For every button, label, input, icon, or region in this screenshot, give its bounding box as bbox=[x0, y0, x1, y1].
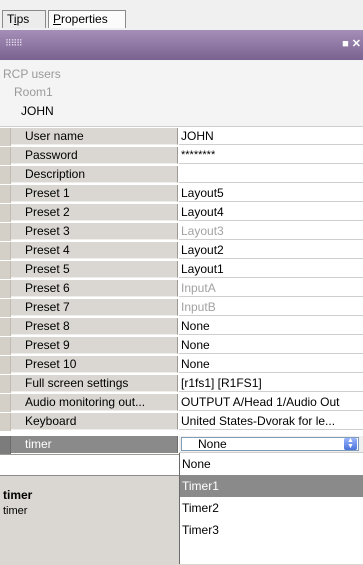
property-row[interactable]: User name JOHN bbox=[0, 128, 363, 146]
property-value[interactable]: Layout2 bbox=[179, 242, 363, 259]
row-gutter bbox=[0, 147, 11, 165]
property-value[interactable]: Layout3 bbox=[179, 223, 363, 240]
property-row[interactable]: Preset 10 None bbox=[0, 356, 363, 374]
row-gutter bbox=[0, 242, 11, 260]
property-row[interactable]: Preset 5 Layout1 bbox=[0, 261, 363, 279]
row-gutter bbox=[0, 204, 11, 222]
property-key: Preset 2 bbox=[11, 204, 178, 221]
property-row[interactable]: Preset 2 Layout4 bbox=[0, 204, 363, 222]
row-gutter bbox=[0, 318, 11, 336]
property-key: Description bbox=[11, 166, 178, 183]
property-value[interactable]: ******** bbox=[179, 147, 363, 164]
tree-user[interactable]: JOHN bbox=[21, 104, 54, 118]
property-row[interactable]: Keyboard United States-Dvorak for le... bbox=[0, 413, 363, 431]
tab-properties[interactable]: Properties bbox=[48, 10, 126, 28]
property-row[interactable]: Preset 9 None bbox=[0, 337, 363, 355]
combobox-arrow-icon[interactable]: ▲ ▼ bbox=[344, 437, 357, 450]
tab-tips-label: Tips bbox=[7, 12, 30, 26]
dropdown-option[interactable]: Timer1 bbox=[180, 475, 363, 497]
property-key: Preset 5 bbox=[11, 261, 178, 278]
property-row[interactable]: Preset 1 Layout5 bbox=[0, 185, 363, 203]
dropdown-option[interactable]: Timer2 bbox=[180, 497, 363, 519]
tab-bar: Tips Properties bbox=[0, 0, 363, 30]
close-icon[interactable]: ✕ bbox=[352, 38, 361, 50]
property-key: Preset 4 bbox=[11, 242, 178, 259]
timer-combobox[interactable]: None ▲ ▼ bbox=[181, 437, 359, 451]
grip-icon[interactable]: ⠿⠿⠿ bbox=[5, 38, 23, 49]
combobox-value: None bbox=[198, 437, 227, 451]
property-key: User name bbox=[11, 128, 178, 145]
tree-room[interactable]: Room1 bbox=[14, 85, 53, 99]
row-gutter bbox=[0, 356, 11, 374]
property-row-timer[interactable]: timer None ▲ ▼ bbox=[0, 436, 363, 454]
property-key: Preset 1 bbox=[11, 185, 178, 202]
property-value[interactable]: Layout5 bbox=[179, 185, 363, 202]
timer-dropdown-list: None Timer1 Timer2 Timer3 bbox=[179, 453, 363, 564]
row-gutter bbox=[0, 413, 11, 431]
tab-tips[interactable]: Tips bbox=[2, 10, 46, 28]
property-key: Audio monitoring out... bbox=[11, 394, 178, 411]
property-row[interactable]: Full screen settings [r1fs1] [R1FS1] bbox=[0, 375, 363, 393]
property-key: Preset 10 bbox=[11, 356, 178, 373]
property-key: Preset 7 bbox=[11, 299, 178, 316]
property-row[interactable]: Preset 4 Layout2 bbox=[0, 242, 363, 260]
property-value[interactable]: JOHN bbox=[179, 128, 363, 145]
property-row[interactable]: Preset 3 Layout3 bbox=[0, 223, 363, 241]
property-row[interactable]: Description bbox=[0, 166, 363, 184]
property-row[interactable]: Preset 6 InputA bbox=[0, 280, 363, 298]
property-value[interactable]: None bbox=[179, 356, 363, 373]
property-value[interactable]: OUTPUT A/Head 1/Audio Out bbox=[179, 394, 363, 411]
panel-titlebar[interactable]: ⠿⠿⠿ ■ ✕ bbox=[0, 30, 363, 60]
property-value[interactable] bbox=[179, 166, 363, 183]
property-row[interactable]: Password ******** bbox=[0, 147, 363, 165]
property-row[interactable]: Preset 7 InputB bbox=[0, 299, 363, 317]
property-value[interactable]: United States-Dvorak for le... bbox=[179, 413, 363, 430]
property-value[interactable]: None bbox=[179, 337, 363, 354]
maximize-icon[interactable]: ■ bbox=[342, 38, 349, 50]
property-value[interactable]: Layout4 bbox=[179, 204, 363, 221]
property-row[interactable]: Audio monitoring out... OUTPUT A/Head 1/A… bbox=[0, 394, 363, 412]
tips-title: timer bbox=[3, 488, 33, 502]
row-gutter bbox=[0, 166, 11, 184]
row-gutter bbox=[0, 299, 11, 317]
row-gutter bbox=[0, 223, 11, 241]
property-value[interactable]: [r1fs1] [R1FS1] bbox=[179, 375, 363, 392]
row-gutter bbox=[0, 128, 11, 146]
property-key: Preset 3 bbox=[11, 223, 178, 240]
user-tree: RCP users Room1 JOHN bbox=[0, 60, 363, 127]
property-value[interactable]: None bbox=[179, 318, 363, 335]
row-gutter bbox=[0, 337, 11, 355]
tree-root[interactable]: RCP users bbox=[3, 67, 61, 81]
property-key: Keyboard bbox=[11, 413, 178, 430]
row-gutter bbox=[0, 394, 11, 412]
dropdown-option[interactable]: Timer3 bbox=[180, 519, 363, 541]
property-value[interactable]: InputA bbox=[179, 280, 363, 297]
property-key: Preset 6 bbox=[11, 280, 178, 297]
dropdown-option[interactable]: None bbox=[180, 453, 363, 475]
row-gutter bbox=[0, 375, 11, 393]
row-gutter bbox=[0, 261, 11, 279]
row-gutter bbox=[0, 185, 11, 203]
row-gutter bbox=[0, 280, 11, 298]
tab-properties-label: Properties bbox=[53, 12, 108, 26]
tips-text: timer bbox=[3, 505, 28, 517]
property-row[interactable]: Preset 8 None bbox=[0, 318, 363, 336]
property-key: Full screen settings bbox=[11, 375, 178, 392]
row-gutter bbox=[0, 436, 11, 454]
property-key: Password bbox=[11, 147, 178, 164]
property-value[interactable]: InputB bbox=[179, 299, 363, 316]
property-key: Preset 8 bbox=[11, 318, 178, 335]
property-value[interactable]: Layout1 bbox=[179, 261, 363, 278]
property-key: Preset 9 bbox=[11, 337, 178, 354]
property-value: None ▲ ▼ bbox=[179, 436, 363, 453]
property-key: timer bbox=[11, 436, 178, 453]
